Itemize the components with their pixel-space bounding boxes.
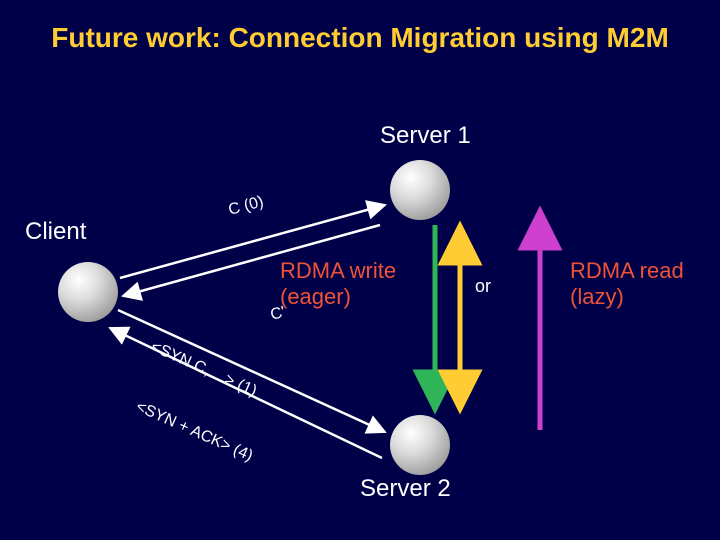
diagram-svg: C (0) C' <SYN C, ...> (1) <SYN + ACK> (4… [0, 0, 720, 540]
edge-synack-label: <SYN + ACK> (4) [133, 398, 255, 465]
edge-c0 [120, 205, 385, 278]
edge-cprime-label: C' [269, 304, 288, 324]
edge-cprime [123, 225, 380, 296]
edge-c0-label: C (0) [227, 193, 266, 219]
edge-synack [110, 328, 382, 458]
